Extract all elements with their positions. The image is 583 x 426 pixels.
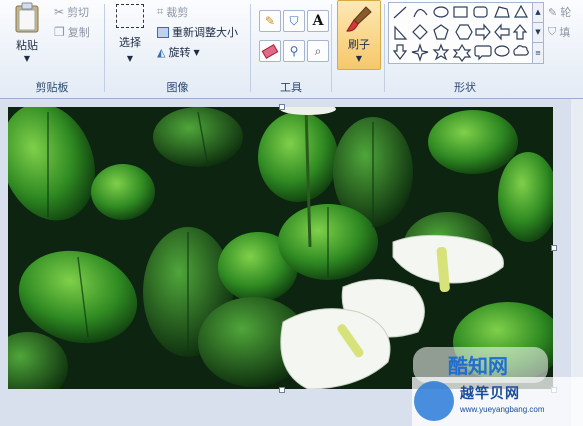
arrow-left-shape-icon xyxy=(494,23,510,41)
selection-icon xyxy=(116,4,144,28)
arrow-down-shape-icon xyxy=(392,44,408,60)
magnifier-icon: ⌕ xyxy=(314,43,322,58)
chevron-down-icon: ▼ xyxy=(126,54,134,63)
crop-icon: ⌗ xyxy=(157,5,164,18)
tools-group-label: 工具 xyxy=(280,81,302,94)
oval-shape-icon xyxy=(433,6,449,18)
five-point-star-shape-icon xyxy=(432,43,450,61)
right-triangle-shape-icon xyxy=(394,25,408,40)
arrow-up-shape-icon xyxy=(512,24,528,40)
site-watermark: 越竿贝网 www.yueyangbang.com xyxy=(412,377,583,426)
shapes-gallery[interactable] xyxy=(388,2,533,64)
diamond-shape-icon xyxy=(412,24,428,40)
magnifier-tool-button[interactable]: ⌕ xyxy=(307,40,329,62)
copy-label: 复制 xyxy=(67,26,90,39)
crop-button[interactable]: ⌗ 裁剪 xyxy=(157,4,188,20)
text-icon: A xyxy=(312,13,324,29)
fill-icon: ⛉ xyxy=(548,25,557,38)
site-logo-icon xyxy=(414,381,454,421)
rotate-icon: ◭ xyxy=(157,45,166,59)
watermark-text: 酷知网 xyxy=(448,354,508,378)
resize-handle-right-middle[interactable] xyxy=(551,245,557,251)
chevron-down-icon: ▼ xyxy=(355,54,363,63)
site-name: 越竿贝网 xyxy=(460,386,520,402)
shapes-group: ▲ ▼ ≡ 形状 xyxy=(386,0,544,98)
chevron-down-icon: ▼ xyxy=(193,47,200,57)
rotate-button[interactable]: ◭ 旋转 ▼ xyxy=(157,44,200,60)
outline-button[interactable]: ✎ 轮 xyxy=(548,4,571,20)
divider xyxy=(331,4,332,92)
resize-handle-top-center[interactable] xyxy=(279,104,285,110)
plant-photo[interactable]: 酷知网 xyxy=(8,107,553,389)
polygon-shape-icon xyxy=(494,6,510,18)
eyedropper-icon: ⚲ xyxy=(289,44,299,58)
oval-callout-shape-icon xyxy=(494,45,510,57)
outline-label: 轮 xyxy=(560,6,572,19)
ribbon: 粘贴 ▼ ✂ 剪切 ❐ 复制 剪贴板 选择 ▼ ⌗ 裁剪 重新调整大小 ◭ 旋转… xyxy=(0,0,583,99)
clipboard-icon xyxy=(15,2,39,33)
rounded-rectangle-shape-icon xyxy=(473,6,488,18)
clipboard-group-label: 剪贴板 xyxy=(35,81,69,94)
brushes-button[interactable]: 刷子 ▼ xyxy=(337,0,381,70)
paste-button[interactable]: 粘贴 ▼ xyxy=(8,2,46,64)
paste-label: 粘贴 xyxy=(16,39,38,52)
site-url: www.yueyangbang.com xyxy=(460,405,545,414)
cloud-callout-shape-icon xyxy=(513,45,529,56)
line-shape-icon xyxy=(393,6,407,19)
curve-shape-icon xyxy=(413,8,428,18)
divider xyxy=(384,4,385,92)
cut-button[interactable]: ✂ 剪切 xyxy=(54,4,89,20)
resize-label: 重新调整大小 xyxy=(172,26,238,39)
brushes-label: 刷子 xyxy=(348,38,370,51)
scissors-icon: ✂ xyxy=(54,5,65,19)
arrow-right-shape-icon xyxy=(475,23,491,41)
fill-button[interactable]: ⛉ 填 xyxy=(548,24,570,40)
resize-icon xyxy=(157,26,169,38)
resize-handle-bottom-center[interactable] xyxy=(279,387,285,393)
triangle-shape-icon xyxy=(513,4,529,18)
six-point-star-shape-icon xyxy=(452,43,472,62)
select-label: 选择 xyxy=(119,36,141,49)
eraser-tool-button[interactable] xyxy=(259,40,281,62)
copy-icon: ❐ xyxy=(54,25,65,39)
rotate-label: 旋转 xyxy=(168,46,191,59)
shapes-scroll-up-button[interactable]: ▲ xyxy=(532,2,544,23)
cut-label: 剪切 xyxy=(67,6,90,19)
crop-label: 裁剪 xyxy=(166,6,189,19)
image-group-label: 图像 xyxy=(166,81,189,94)
anthurium-leaves-image: 酷知网 xyxy=(8,107,553,389)
fill-label: 填 xyxy=(559,26,571,39)
brush-icon xyxy=(346,6,372,32)
shapes-icon-grid xyxy=(392,4,529,62)
shapes-scroll-down-button[interactable]: ▼ xyxy=(532,22,544,43)
pencil-tool-button[interactable]: ✎ xyxy=(259,10,281,32)
rectangle-shape-icon xyxy=(453,6,468,18)
copy-button[interactable]: ❐ 复制 xyxy=(54,24,90,40)
resize-button[interactable]: 重新调整大小 xyxy=(157,24,238,40)
text-tool-button[interactable]: A xyxy=(307,10,329,32)
pencil-icon: ✎ xyxy=(264,14,276,28)
shapes-group-label: 形状 xyxy=(454,81,476,94)
paint-bucket-icon: ⛉ xyxy=(289,13,299,28)
chevron-down-icon: ▼ xyxy=(23,54,31,63)
outline-icon: ✎ xyxy=(548,5,558,19)
rounded-callout-shape-icon xyxy=(474,45,492,61)
select-button[interactable]: 选择 ▼ xyxy=(113,4,147,63)
shapes-more-button[interactable]: ≡ xyxy=(532,42,544,64)
image-group: 选择 ▼ ⌗ 裁剪 重新调整大小 ◭ 旋转 ▼ 图像 xyxy=(105,0,250,98)
eraser-icon xyxy=(261,43,279,59)
clipboard-group: 粘贴 ▼ ✂ 剪切 ❐ 复制 剪贴板 xyxy=(0,0,104,98)
pentagon-shape-icon xyxy=(433,24,449,40)
tools-group: ✎ ⛉ A ⚲ ⌕ 工具 xyxy=(251,0,331,98)
canvas-area[interactable]: 酷知网 越竿贝网 www.yueyangbang.com xyxy=(0,99,583,426)
four-point-star-shape-icon xyxy=(411,43,429,62)
fill-tool-button[interactable]: ⛉ xyxy=(283,10,305,32)
color-picker-tool-button[interactable]: ⚲ xyxy=(283,40,305,62)
hexagon-shape-icon xyxy=(455,24,473,40)
